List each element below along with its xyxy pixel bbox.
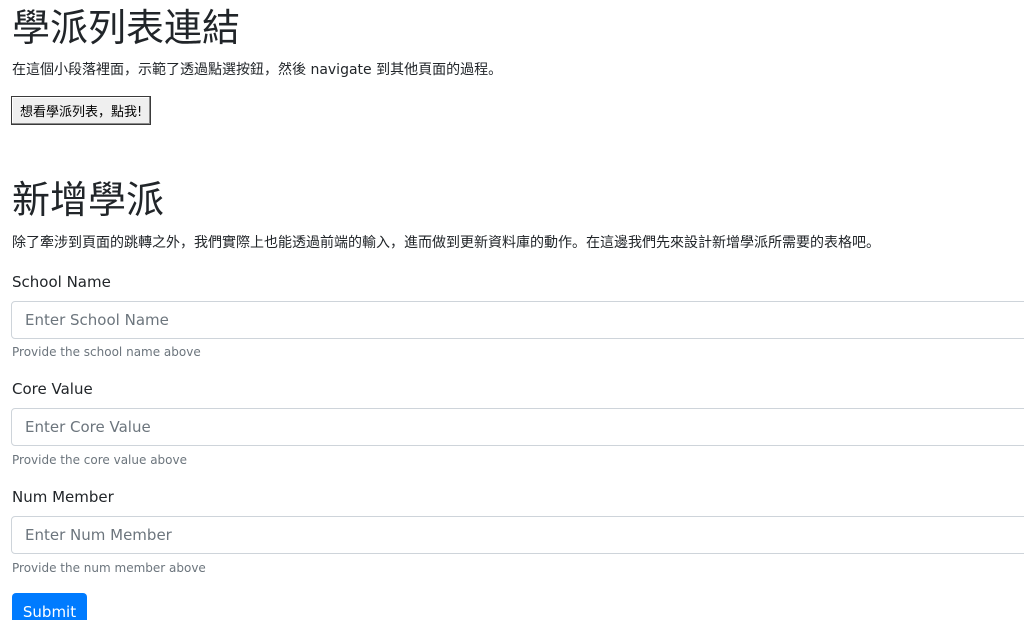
view-school-list-button[interactable]: 想看學派列表，點我! [11,96,152,125]
core-value-label: Core Value [12,380,93,398]
num-member-help-text: Provide the num member above [12,561,206,575]
add-school-description: 除了牽涉到頁面的跳轉之外，我們實際上也能透過前端的輸入，進而做到更新資料庫的動作… [12,235,880,251]
num-member-input[interactable] [11,516,1024,554]
school-list-description: 在這個小段落裡面，示範了透過點選按鈕，然後 navigate 到其他頁面的過程。 [12,62,503,78]
submit-button[interactable]: Submit [12,593,87,620]
school-name-help-text: Provide the school name above [12,345,201,359]
school-name-label: School Name [12,273,111,291]
page: 學派列表連結 在這個小段落裡面，示範了透過點選按鈕，然後 navigate 到其… [0,0,1024,620]
add-school-heading: 新增學派 [12,178,165,222]
core-value-help-text: Provide the core value above [12,453,187,467]
core-value-input[interactable] [11,408,1024,446]
school-name-input[interactable] [11,301,1024,339]
num-member-label: Num Member [12,488,114,506]
school-list-heading: 學派列表連結 [12,6,241,50]
